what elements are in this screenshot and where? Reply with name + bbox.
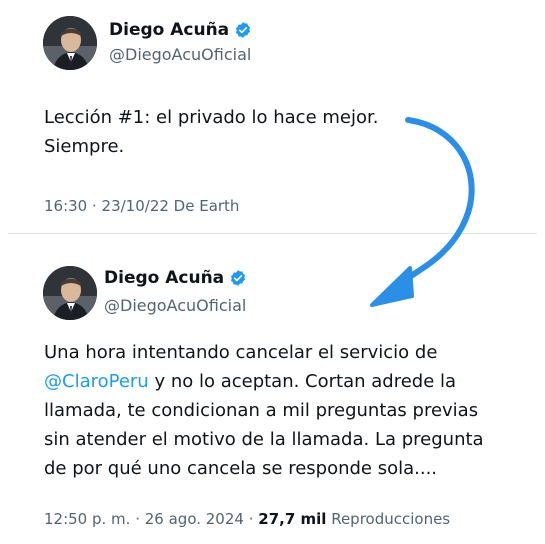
tweet-text-line: sin atender el motivo de la llamada. La … [44, 429, 484, 450]
handle[interactable]: @DiegoAcuOficial [109, 45, 251, 64]
views-count: 27,7 mil [258, 510, 327, 528]
display-name[interactable]: Diego Acuña [109, 20, 229, 40]
tweet-text-line: llamada, te condicionan a mil preguntas … [44, 400, 479, 421]
verified-badge-icon [231, 270, 246, 286]
mention-link[interactable]: @ClaroPeru [44, 371, 149, 392]
date[interactable]: 26 ago. 2024 [145, 510, 244, 528]
tweet-text-line: Una hora intentando cancelar el servicio… [44, 342, 438, 363]
avatar[interactable] [43, 16, 97, 70]
timestamp[interactable]: 16:30 · 23/10/22 De Earth [44, 197, 239, 215]
tweet-meta: 12:50 p. m. · 26 ago. 2024 · 27,7 mil Re… [44, 510, 450, 528]
handle[interactable]: @DiegoAcuOficial [104, 296, 246, 315]
time[interactable]: 12:50 p. m. [44, 510, 130, 528]
display-name[interactable]: Diego Acuña [104, 268, 224, 288]
name-row: Diego Acuña [109, 20, 252, 40]
avatar[interactable] [43, 266, 97, 320]
avatar-image [43, 16, 97, 70]
separator: · [243, 510, 259, 528]
verified-badge-icon [236, 22, 251, 38]
name-row: Diego Acuña [104, 268, 247, 288]
tweet-text-fragment: y no lo aceptan. Cortan adrede la [148, 371, 457, 392]
tweet-text: Una hora intentando cancelar el servicio… [44, 338, 524, 483]
curved-arrow-icon [370, 117, 475, 307]
tweet-text-line: de por qué uno cancela se responde sola.… [44, 458, 438, 479]
tweet-text-line: @ClaroPeru y no lo aceptan. Cortan adred… [44, 367, 524, 396]
avatar-image [43, 266, 97, 320]
views-label: Reproducciones [326, 510, 451, 528]
separator: · [130, 510, 145, 528]
